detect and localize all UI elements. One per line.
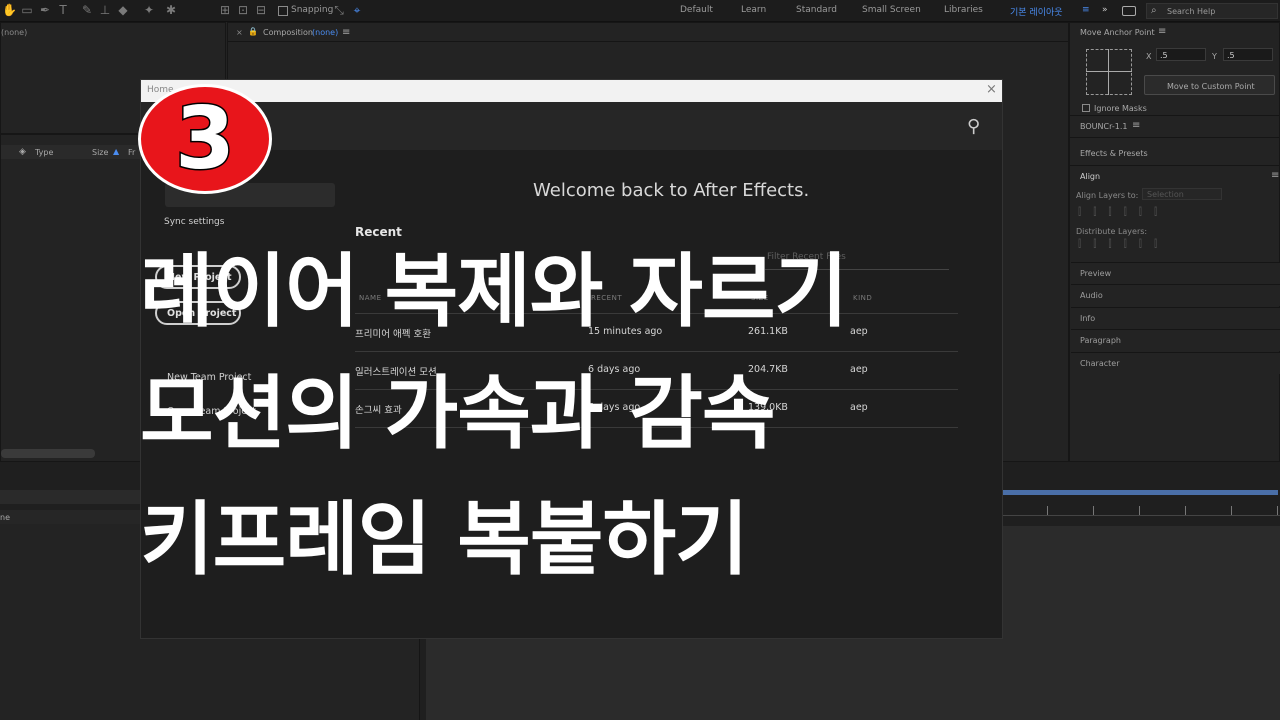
search-icon: ⌕ bbox=[1151, 5, 1157, 16]
col-frame[interactable]: Fr bbox=[128, 148, 135, 157]
workspace-active[interactable]: 기본 레이아웃 bbox=[1010, 5, 1063, 18]
workspace-menu-icon[interactable]: ≡ bbox=[1082, 5, 1090, 15]
type-tool-icon[interactable]: T bbox=[56, 3, 70, 17]
bouncr-menu-icon[interactable]: ≡ bbox=[1132, 120, 1140, 131]
sort-ascending-icon[interactable]: ▲ bbox=[113, 147, 119, 156]
audio-tab[interactable]: Audio bbox=[1071, 284, 1280, 306]
top-toolbar: ✋ ▭ ✒ T ✎ ⊥ ◆ ✦ ✱ ⊞ ⊡ ⊟ Snapping ⤡ ⌖ Def… bbox=[0, 0, 1280, 22]
time-ruler[interactable] bbox=[1002, 506, 1280, 516]
local-axis-icon[interactable]: ⊞ bbox=[218, 3, 232, 17]
ignore-masks-checkbox[interactable] bbox=[1082, 104, 1090, 112]
effects-presets-tab[interactable]: Effects & Presets bbox=[1080, 149, 1148, 158]
workspace-display-icon[interactable] bbox=[1122, 6, 1136, 16]
composition-title[interactable]: Composition bbox=[263, 28, 313, 37]
anchor-grid-icon[interactable] bbox=[1086, 49, 1132, 95]
right-panel: Move Anchor Point ≡ X .5 Y .5 Move to Cu… bbox=[1069, 22, 1280, 462]
snap-target-icon[interactable]: ⌖ bbox=[350, 3, 364, 17]
align-title[interactable]: Align bbox=[1080, 172, 1100, 181]
character-tab[interactable]: Character bbox=[1071, 352, 1280, 374]
col-kind[interactable]: KIND bbox=[853, 294, 872, 302]
ignore-masks-label: Ignore Masks bbox=[1094, 104, 1147, 113]
project-none-label: (none) bbox=[1, 28, 28, 37]
align-menu-icon[interactable]: ≡ bbox=[1271, 170, 1279, 181]
overlay-title-line-2: 모션의 가속과 감속 bbox=[140, 367, 776, 460]
label-tag-icon[interactable]: ◈ bbox=[19, 147, 26, 157]
sync-settings-link[interactable]: Sync settings bbox=[164, 217, 224, 227]
overlay-title-line-1: 레이어 복제와 자르기 bbox=[140, 245, 848, 338]
search-help-placeholder: Search Help bbox=[1167, 7, 1216, 16]
timeline-none-label: ne bbox=[0, 513, 10, 522]
puppet-pin-tool-icon[interactable]: ✱ bbox=[164, 3, 178, 17]
workspace-default[interactable]: Default bbox=[680, 5, 713, 15]
more-workspaces-icon[interactable]: » bbox=[1102, 5, 1108, 15]
bouncr-title: BOUNCr-1.1 bbox=[1080, 122, 1128, 131]
workspace-standard[interactable]: Standard bbox=[796, 5, 837, 15]
composition-title-suffix[interactable]: (none) bbox=[312, 28, 338, 37]
work-area-bar[interactable] bbox=[1002, 490, 1278, 495]
move-to-custom-point-button[interactable]: Move to Custom Point bbox=[1144, 75, 1275, 95]
pen-tool-icon[interactable]: ✒ bbox=[38, 3, 52, 17]
distribute-layers-label: Distribute Layers: bbox=[1076, 227, 1148, 236]
anchor-x-input[interactable]: .5 bbox=[1156, 48, 1206, 61]
hand-tool-icon[interactable]: ✋ bbox=[2, 3, 17, 17]
preview-tab[interactable]: Preview bbox=[1071, 262, 1280, 284]
col-size[interactable]: Size bbox=[92, 148, 108, 157]
anchor-panel-title: Move Anchor Point bbox=[1080, 28, 1155, 37]
project-scrollbar[interactable] bbox=[1, 449, 95, 458]
roto-brush-tool-icon[interactable]: ✦ bbox=[142, 3, 156, 17]
close-dialog-icon[interactable]: × bbox=[986, 82, 997, 97]
workspace-learn[interactable]: Learn bbox=[741, 5, 766, 15]
anchor-y-input[interactable]: .5 bbox=[1223, 48, 1273, 61]
anchor-x-label: X bbox=[1146, 52, 1152, 61]
eraser-tool-icon[interactable]: ◆ bbox=[116, 3, 130, 17]
overlay-title-line-3: 키프레임 복붙하기 bbox=[140, 493, 749, 586]
lock-icon[interactable]: 🔒 bbox=[248, 27, 258, 36]
episode-number-badge: 3 bbox=[138, 84, 272, 194]
recent-title: Recent bbox=[355, 225, 402, 239]
snapping-label: Snapping bbox=[291, 5, 334, 15]
snap-magnet-icon[interactable]: ⤡ bbox=[332, 3, 346, 17]
snapping-checkbox[interactable] bbox=[278, 6, 288, 16]
world-axis-icon[interactable]: ⊡ bbox=[236, 3, 250, 17]
col-type[interactable]: Type bbox=[35, 148, 53, 157]
distribute-buttons-row[interactable]: ⫿⫿⫿⫿⫿⫿ bbox=[1078, 239, 1214, 251]
search-help-field[interactable]: ⌕ Search Help bbox=[1146, 3, 1278, 19]
episode-number: 3 bbox=[174, 89, 237, 189]
workspace-small-screen[interactable]: Small Screen bbox=[862, 5, 921, 15]
dialog-titlebar: Home × bbox=[141, 80, 1002, 102]
rectangle-tool-icon[interactable]: ▭ bbox=[20, 3, 34, 17]
align-layers-to-label: Align Layers to: bbox=[1076, 191, 1139, 200]
search-icon[interactable]: ⚲ bbox=[967, 116, 980, 137]
anchor-y-label: Y bbox=[1212, 52, 1217, 61]
align-to-select[interactable]: Selection bbox=[1142, 188, 1222, 200]
view-axis-icon[interactable]: ⊟ bbox=[254, 3, 268, 17]
workspace-libraries[interactable]: Libraries bbox=[944, 5, 983, 15]
align-buttons-row[interactable]: ⫿⫿⫿⫿⫿⫿ bbox=[1078, 207, 1214, 219]
anchor-panel-menu-icon[interactable]: ≡ bbox=[1158, 26, 1166, 37]
close-tab-icon[interactable]: × bbox=[236, 28, 243, 37]
welcome-heading: Welcome back to After Effects. bbox=[533, 180, 810, 201]
info-tab[interactable]: Info bbox=[1071, 307, 1280, 329]
panel-menu-icon[interactable]: ≡ bbox=[342, 27, 350, 38]
brush-tool-icon[interactable]: ✎ bbox=[80, 3, 94, 17]
clone-stamp-tool-icon[interactable]: ⊥ bbox=[98, 3, 112, 17]
paragraph-tab[interactable]: Paragraph bbox=[1071, 329, 1280, 351]
